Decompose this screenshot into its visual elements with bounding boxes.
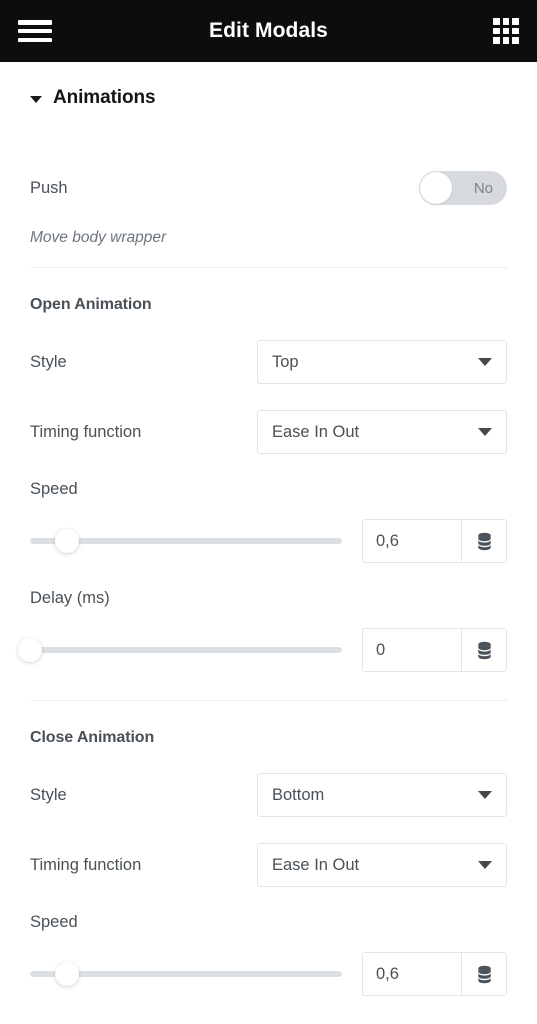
slider-track [30,647,342,653]
database-stack-icon [476,965,493,984]
database-stack-icon [476,532,493,551]
hamburger-bar [18,38,52,43]
toggle-knob [420,172,452,204]
open-speed-label: Speed [30,480,507,499]
open-timing-value: Ease In Out [272,423,359,442]
close-style-value: Bottom [272,786,324,805]
open-style-label: Style [30,353,67,372]
chevron-down-icon [478,358,492,366]
open-delay-group: Delay (ms) [30,589,507,672]
open-timing-row: Timing function Ease In Out [30,410,507,454]
close-style-row: Style Bottom [30,773,507,817]
open-delay-dynamic-button[interactable] [462,628,507,672]
grid-cell [493,37,500,44]
close-animation-title: Close Animation [30,729,507,747]
chevron-down-icon [478,428,492,436]
top-bar: Edit Modals [0,0,537,62]
grid-cell [512,37,519,44]
hamburger-bar [18,20,52,25]
open-animation-title: Open Animation [30,296,507,314]
grid-cell [503,28,510,35]
settings-panel: Animations Push No Move body wrapper Ope… [0,62,537,996]
close-speed-slider[interactable] [30,963,342,985]
open-delay-numbox [362,628,507,672]
open-delay-slider[interactable] [30,639,342,661]
database-stack-icon [476,641,493,660]
grid-cell [512,18,519,25]
grid-apps-icon[interactable] [493,18,519,44]
open-speed-slider[interactable] [30,530,342,552]
slider-thumb[interactable] [55,962,79,986]
grid-cell [493,28,500,35]
slider-thumb[interactable] [55,529,79,553]
open-style-row: Style Top [30,340,507,384]
caret-down-icon [30,96,42,103]
close-speed-input[interactable] [362,952,462,996]
section-header-label: Animations [53,87,155,109]
close-speed-numbox [362,952,507,996]
close-timing-label: Timing function [30,856,141,875]
divider [30,700,507,701]
grid-cell [503,18,510,25]
open-delay-controls [30,628,507,672]
close-speed-dynamic-button[interactable] [462,952,507,996]
chevron-down-icon [478,791,492,799]
grid-cell [512,28,519,35]
close-style-label: Style [30,786,67,805]
open-timing-select[interactable]: Ease In Out [257,410,507,454]
grid-cell [493,18,500,25]
open-style-value: Top [272,353,299,372]
hamburger-menu-icon[interactable] [18,18,52,44]
toggle-value: No [474,180,493,197]
page-title: Edit Modals [0,19,537,43]
push-row: Push No [30,171,507,205]
open-speed-dynamic-button[interactable] [462,519,507,563]
open-speed-numbox [362,519,507,563]
open-timing-label: Timing function [30,423,141,442]
push-label: Push [30,179,68,198]
close-timing-select[interactable]: Ease In Out [257,843,507,887]
open-style-select[interactable]: Top [257,340,507,384]
open-speed-group: Speed [30,480,507,563]
chevron-down-icon [478,861,492,869]
close-timing-row: Timing function Ease In Out [30,843,507,887]
close-speed-label: Speed [30,913,507,932]
close-style-select[interactable]: Bottom [257,773,507,817]
section-header-animations[interactable]: Animations [30,62,507,109]
open-delay-label: Delay (ms) [30,589,507,608]
close-timing-value: Ease In Out [272,856,359,875]
open-speed-input[interactable] [362,519,462,563]
push-hint: Move body wrapper [30,229,507,247]
close-speed-group: Speed [30,913,507,996]
open-speed-controls [30,519,507,563]
divider [30,267,507,268]
push-toggle[interactable]: No [419,171,507,205]
hamburger-bar [18,29,52,34]
slider-thumb[interactable] [18,638,42,662]
grid-cell [503,37,510,44]
open-delay-input[interactable] [362,628,462,672]
close-speed-controls [30,952,507,996]
